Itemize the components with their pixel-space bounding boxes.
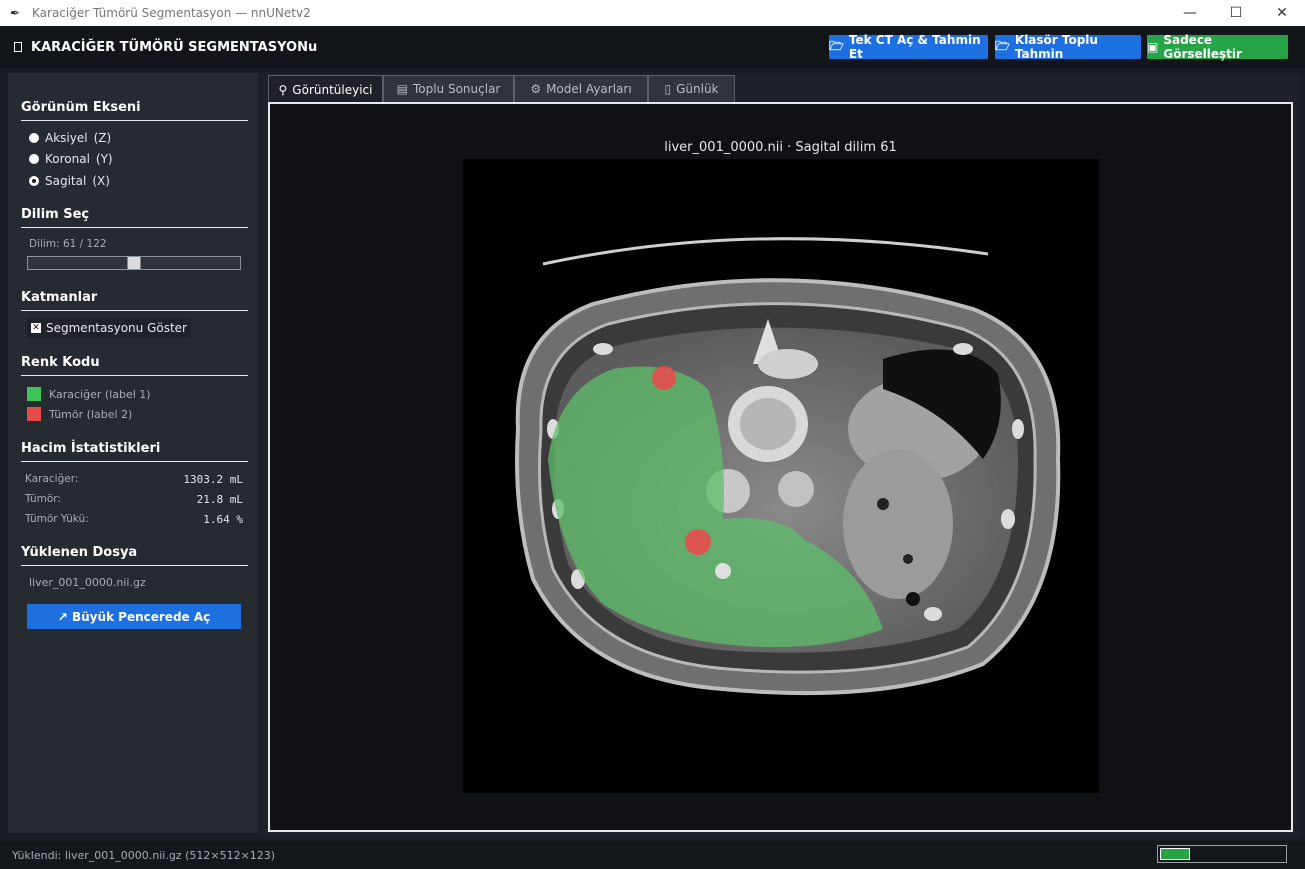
tab-model-settings[interactable]: ⚙ Model Ayarları: [514, 75, 648, 102]
radio-dot-selected: [29, 176, 39, 186]
sidebar: Görünüm Ekseni Aksiyel (Z) Koronal (Y) S…: [8, 73, 259, 833]
radio-label: Koronal: [45, 152, 90, 166]
legend-label: Tümör (label 2): [49, 407, 133, 421]
maximize-button[interactable]: ☐: [1213, 0, 1259, 26]
window-title: Karaciğer Tümörü Segmentasyon — nnUNetv2: [32, 6, 311, 20]
open-single-ct-button[interactable]: 🗁 Tek CT Aç & Tahmin Et: [829, 33, 988, 61]
tab-label: Toplu Sonuçlar: [412, 82, 501, 96]
table-icon: ▤: [396, 82, 408, 96]
bowel-gas: [906, 592, 920, 606]
open-big-window-button[interactable]: ↗ Büyük Pencerede Aç: [27, 604, 241, 629]
stat-label: Tümör:: [25, 493, 61, 505]
radio-sagittal[interactable]: Sagital (X): [29, 171, 110, 191]
legend-tumor: Tümör (label 2): [27, 407, 132, 421]
visualize-only-button[interactable]: ▣ Sadece Görselleştir: [1147, 33, 1288, 61]
tab-label: Model Ayarları: [546, 82, 632, 96]
checkbox-checked-icon: ✕: [31, 323, 41, 333]
image-viewer: liver_001_0000.nii · Sagital dilim 61: [268, 102, 1293, 832]
gear-icon: ⚙: [530, 82, 542, 96]
loaded-file-heading: Yüklenen Dosya: [21, 545, 248, 566]
progress-bar: [1157, 845, 1287, 863]
slider-thumb[interactable]: [127, 257, 141, 269]
folder-icon: 🗁: [995, 38, 1010, 53]
progress-fill: [1160, 848, 1190, 860]
ct-image[interactable]: [463, 159, 1099, 793]
status-bar: Yüklendi: liver_001_0000.nii.gz (512×512…: [0, 841, 1305, 869]
stat-row-tumor-burden: Tümör Yükü: 1.64 %: [25, 513, 243, 526]
legend-liver: Karaciğer (label 1): [27, 387, 151, 401]
tab-label: Günlük: [676, 82, 719, 96]
radio-label: Aksiyel: [45, 131, 88, 145]
radio-axial[interactable]: Aksiyel (Z): [29, 128, 111, 148]
stat-row-liver: Karaciğer: 1303.2 mL: [25, 473, 243, 486]
radio-key: (X): [92, 174, 110, 188]
tumor-segmentation: [685, 529, 711, 555]
radio-key: (Y): [95, 152, 113, 166]
show-segmentation-checkbox[interactable]: ✕ Segmentasyonu Göster: [27, 318, 191, 338]
log-icon: ▯: [664, 82, 672, 96]
visualize-only-label: Sadece Görselleştir: [1163, 33, 1242, 61]
liver-swatch: [27, 387, 41, 401]
open-single-ct-label: Tek CT Aç & Tahmin Et: [848, 33, 981, 61]
radio-coronal[interactable]: Koronal (Y): [29, 149, 113, 169]
tab-bar: ⚲ Görüntüleyici ▤ Toplu Sonuçlar ⚙ Model…: [268, 75, 735, 104]
tab-log[interactable]: ▯ Günlük: [648, 75, 735, 102]
folder-batch-label: Klasör Toplu Tahmin: [1014, 33, 1098, 61]
feather-icon: ✒: [10, 6, 21, 20]
scanner-table-line: [542, 237, 989, 266]
radio-dot: [29, 133, 39, 143]
slice-heading: Dilim Seç: [21, 207, 248, 228]
stat-value: 1.64 %: [203, 513, 243, 526]
close-button[interactable]: ✕: [1259, 0, 1305, 26]
stat-value: 21.8 mL: [196, 493, 243, 506]
app-title: KARACİĞER TÜMÖRÜ SEGMENTASYONu: [31, 39, 318, 55]
color-code-heading: Renk Kodu: [21, 355, 248, 376]
viewer-caption: liver_001_0000.nii · Sagital dilim 61: [664, 140, 897, 155]
view-axis-heading: Görünüm Ekseni: [21, 100, 248, 121]
stat-label: Tümör Yükü:: [25, 513, 89, 525]
vessel: [715, 563, 731, 579]
ivc: [778, 471, 814, 507]
ct-scan-svg: [515, 237, 1061, 696]
window-titlebar: ✒ Karaciğer Tümörü Segmentasyon — nnUNet…: [0, 0, 1305, 26]
app-logo-icon: [14, 42, 22, 52]
stat-value: 1303.2 mL: [183, 473, 243, 486]
status-text: Yüklendi: liver_001_0000.nii.gz (512×512…: [12, 848, 276, 862]
tab-label: Görüntüleyici: [292, 83, 373, 97]
microscope-icon: ⚲: [278, 83, 288, 97]
checkbox-label: Segmentasyonu Göster: [46, 321, 187, 335]
stat-label: Karaciğer:: [25, 473, 79, 485]
legend-label: Karaciğer (label 1): [49, 387, 151, 401]
loaded-file-name: liver_001_0000.nii.gz: [29, 576, 146, 589]
bowel-gas: [903, 554, 913, 564]
tumor-segmentation: [652, 366, 676, 390]
layers-heading: Katmanlar: [21, 290, 248, 311]
radio-dot: [29, 154, 39, 164]
app-header: KARACİĞER TÜMÖRÜ SEGMENTASYONu 🗁 Tek CT …: [0, 26, 1305, 68]
bowel: [843, 449, 953, 599]
slice-slider[interactable]: [27, 256, 241, 270]
volume-stats-heading: Hacim İstatistikleri: [21, 441, 248, 462]
tab-viewer[interactable]: ⚲ Görüntüleyici: [268, 75, 383, 104]
minimize-button[interactable]: —: [1167, 0, 1213, 26]
tumor-swatch: [27, 407, 41, 421]
folder-batch-button[interactable]: 🗁 Klasör Toplu Tahmin: [995, 33, 1141, 61]
slice-label: Dilim: 61 / 122: [29, 238, 107, 250]
stat-row-tumor: Tümör: 21.8 mL: [25, 493, 243, 506]
bowel-gas: [877, 498, 889, 510]
image-icon: ▣: [1147, 40, 1159, 54]
vertebral-body: [740, 398, 796, 450]
radio-key: (Z): [93, 131, 112, 145]
folder-icon: 🗁: [829, 38, 844, 53]
radio-label: Sagital: [45, 174, 87, 188]
tab-batch-results[interactable]: ▤ Toplu Sonuçlar: [383, 75, 514, 102]
spinal-canal: [758, 349, 818, 379]
